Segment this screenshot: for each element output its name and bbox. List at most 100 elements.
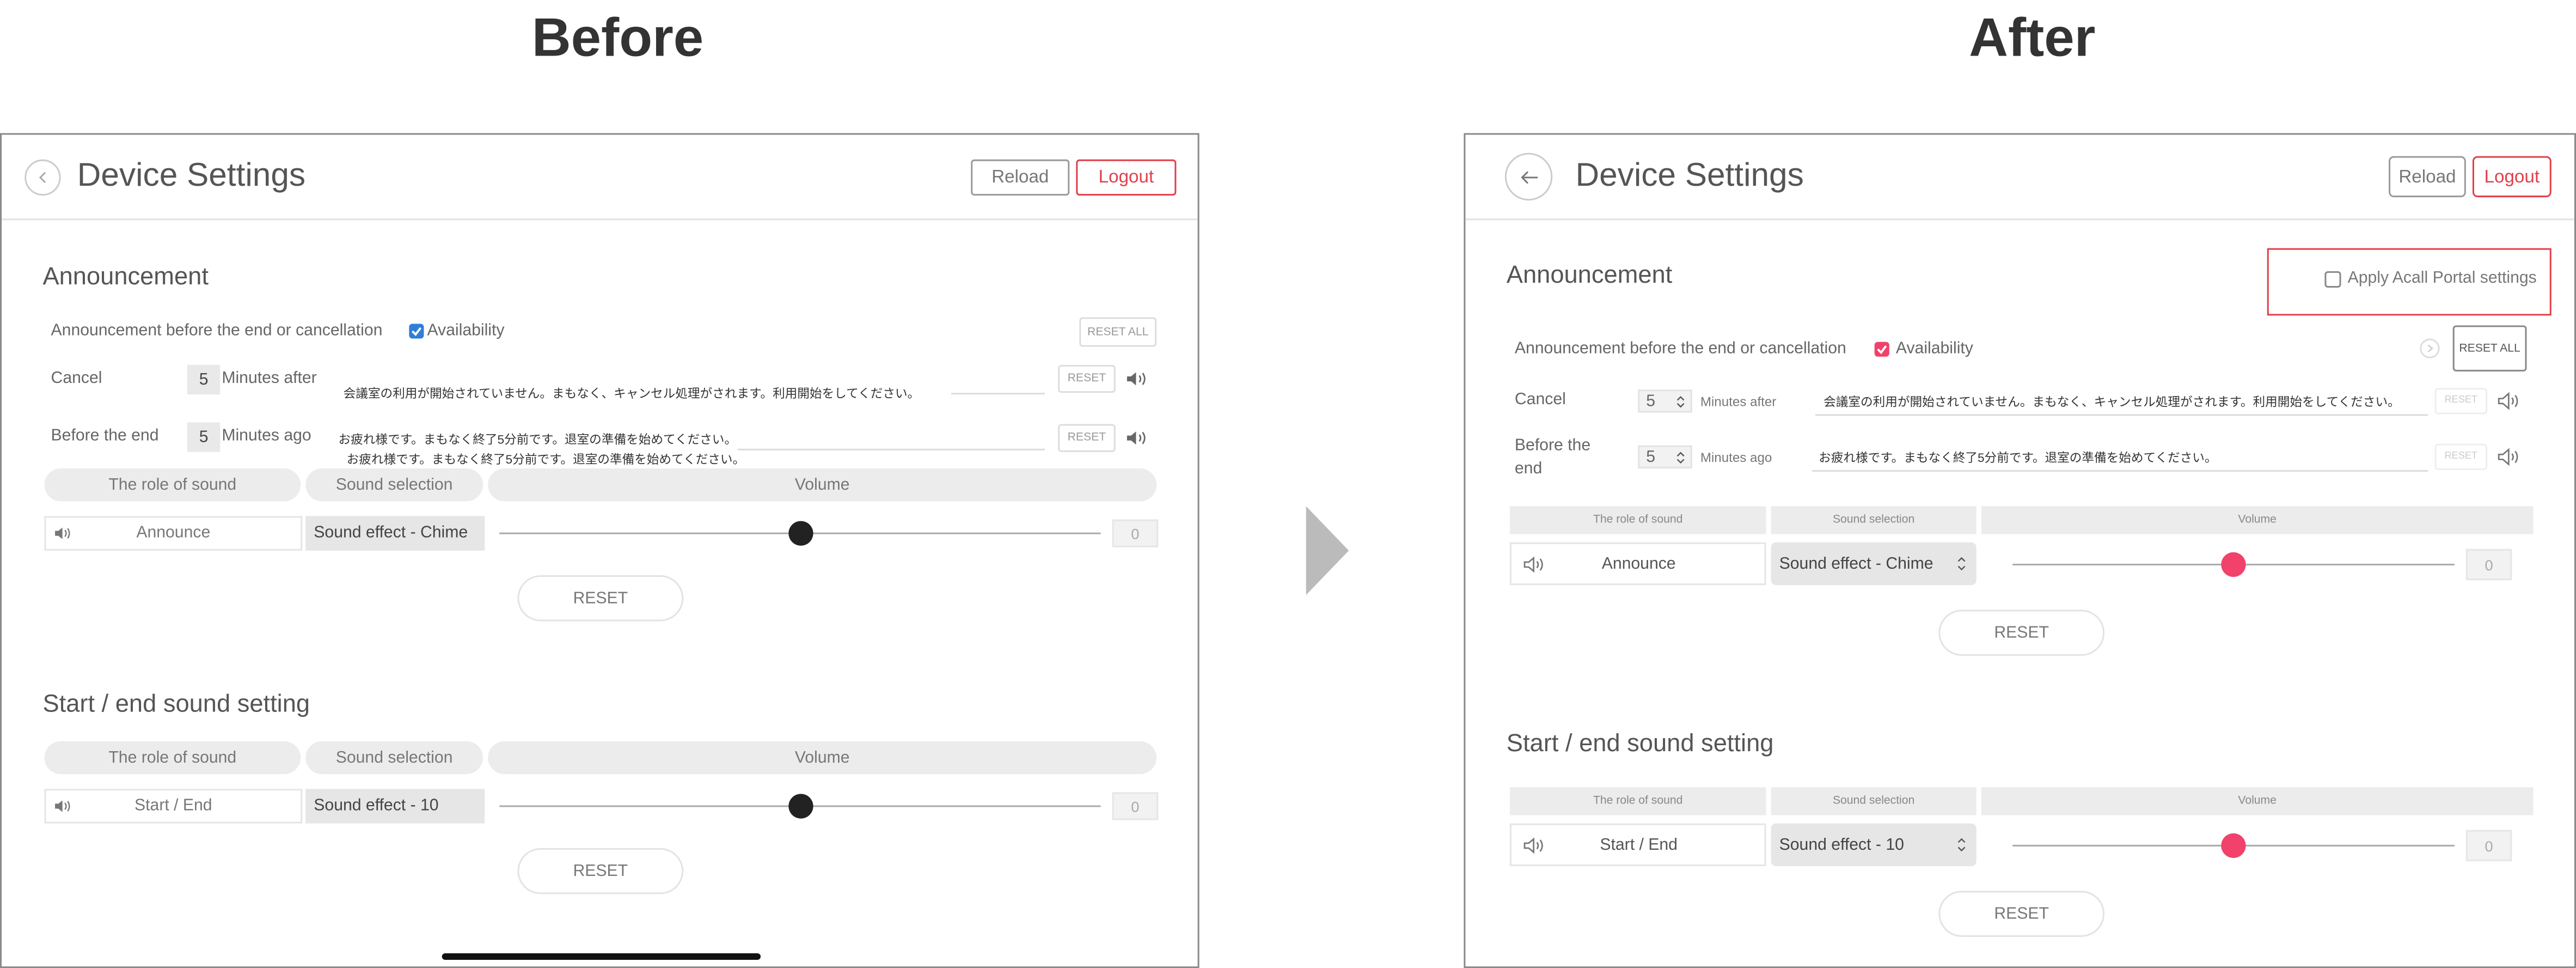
speaker-icon[interactable] [2497, 391, 2522, 411]
back-button[interactable] [1504, 153, 1553, 201]
availability-label: Availability [427, 322, 505, 340]
cancel-reset-button[interactable]: RESET [1058, 364, 1116, 393]
info-icon[interactable] [2420, 338, 2440, 358]
col-volume-header: Volume [488, 468, 1157, 502]
col-selection-header: Sound selection [1771, 787, 1977, 815]
before-end-minutes-stepper[interactable]: 5 [1638, 445, 1692, 468]
cancel-minutes-stepper[interactable]: 5 [1638, 389, 1692, 413]
select-arrows-icon [1957, 557, 1966, 571]
before-end-minutes-value: 5 [1646, 448, 1656, 466]
header-divider [1465, 218, 2574, 221]
sound-select-value: Sound effect - 10 [1779, 836, 1904, 854]
sound-select[interactable]: Sound effect - Chime [305, 516, 485, 551]
comparison-canvas: Before After Device Settings Reload Logo… [0, 0, 2576, 968]
reset-all-button[interactable]: RESET ALL [1079, 317, 1157, 347]
volume-value: 0 [1112, 519, 1159, 547]
before-end-message[interactable]: お疲れ様です。まもなく終了5分前です。退室の準備を始めてください。 [1819, 449, 2217, 467]
start-end-reset-button[interactable]: RESET [517, 848, 684, 894]
volume-value: 0 [2465, 830, 2512, 862]
role-name: Start / End [1600, 836, 1678, 854]
cancel-unit: Minutes after [222, 369, 317, 388]
before-end-unit: Minutes ago [222, 427, 311, 446]
check-icon [1877, 345, 1887, 355]
cancel-message-underline [951, 393, 1045, 395]
cancel-minutes-value: 5 [1646, 392, 1656, 410]
role-name: Announce [1601, 555, 1676, 573]
before-end-unit: Minutes ago [1700, 450, 1772, 465]
cancel-message[interactable]: 会議室の利用が開始されていません。まもなく、キャンセル処理がされます。利用開始を… [1824, 393, 2400, 411]
page-title: Device Settings [77, 157, 306, 194]
before-end-message-overflow: お疲れ様です。まもなく終了5分前です。退室の準備を始めてください。 [346, 452, 745, 467]
sound-select[interactable]: Sound effect - 10 [305, 789, 485, 824]
chevron-right-icon [2427, 344, 2433, 352]
speaker-icon [1523, 555, 1543, 572]
before-end-message-underline [737, 448, 1045, 450]
speaker-icon[interactable] [1125, 370, 1148, 388]
col-role-header: The role of sound [1509, 787, 1766, 815]
sound-select[interactable]: Sound effect - Chime [1771, 542, 1977, 586]
after-screen: Device Settings Reload Logout Announceme… [1464, 133, 2576, 968]
cancel-label: Cancel [51, 369, 102, 388]
volume-slider-thumb[interactable] [2221, 552, 2246, 577]
before-end-reset-button[interactable]: RESET [2434, 443, 2488, 470]
header-divider [2, 218, 1198, 221]
availability-checkbox[interactable] [1874, 342, 1889, 357]
sound-select-value: Sound effect - Chime [1779, 555, 1933, 573]
check-icon [411, 327, 421, 336]
home-indicator [442, 953, 761, 960]
announcement-reset-button[interactable]: RESET [517, 575, 684, 622]
before-screen: Device Settings Reload Logout Announceme… [0, 133, 1200, 968]
before-end-message[interactable]: お疲れ様です。まもなく終了5分前です。退室の準備を始めてください。 [339, 431, 737, 449]
speaker-icon [55, 527, 70, 539]
volume-slider-thumb[interactable] [787, 521, 813, 546]
volume-slider-thumb[interactable] [2221, 833, 2246, 858]
speaker-icon[interactable] [2497, 447, 2522, 467]
before-heading: Before [531, 7, 704, 68]
announcement-title: Announcement [1506, 261, 1673, 290]
role-name: Announce [136, 524, 211, 543]
before-end-minutes-input[interactable]: 5 [187, 422, 221, 452]
col-volume-header: Volume [1981, 787, 2534, 815]
col-volume-header: Volume [1981, 506, 2534, 534]
announcement-reset-button[interactable]: RESET [1938, 610, 2105, 656]
logout-button[interactable]: Logout [2472, 156, 2551, 198]
reset-all-button[interactable]: RESET ALL [2452, 325, 2527, 372]
cancel-label: Cancel [1514, 391, 1566, 410]
after-heading: After [1969, 7, 2096, 68]
before-end-message-underline [1812, 470, 2428, 472]
col-role-header: The role of sound [44, 468, 301, 502]
page-title: Device Settings [1575, 157, 1804, 194]
availability-checkbox[interactable] [409, 324, 424, 339]
logout-button[interactable]: Logout [1076, 159, 1177, 196]
start-end-reset-button[interactable]: RESET [1938, 891, 2105, 937]
role-cell: Start / End [44, 789, 303, 824]
before-end-reset-button[interactable]: RESET [1058, 424, 1116, 452]
cancel-message[interactable]: 会議室の利用が開始されていません。まもなく、キャンセル処理がされます。利用開始を… [344, 385, 920, 403]
reload-button[interactable]: Reload [971, 159, 1070, 196]
col-role-header: The role of sound [44, 741, 301, 775]
sound-select[interactable]: Sound effect - 10 [1771, 823, 1977, 867]
speaker-icon[interactable] [1125, 429, 1148, 447]
back-button[interactable] [25, 159, 61, 196]
availability-label: Availability [1895, 340, 1973, 358]
chevron-left-icon [39, 172, 46, 183]
speaker-icon [55, 800, 70, 812]
speaker-icon [1523, 836, 1543, 853]
start-end-title: Start / end sound setting [42, 690, 310, 719]
cancel-minutes-input[interactable]: 5 [187, 364, 221, 395]
start-end-title: Start / end sound setting [1506, 729, 1774, 758]
apply-portal-checkbox[interactable] [2324, 271, 2341, 288]
arrow-right-icon [1306, 506, 1349, 595]
cancel-reset-button[interactable]: RESET [2434, 388, 2488, 415]
volume-value: 0 [1112, 792, 1159, 820]
col-selection-header: Sound selection [305, 741, 484, 775]
col-selection-header: Sound selection [1771, 506, 1977, 534]
volume-slider-thumb[interactable] [787, 794, 813, 819]
volume-value: 0 [2465, 549, 2512, 581]
cancel-message-underline [1815, 414, 2428, 416]
role-cell: Start / End [1509, 823, 1766, 867]
stepper-arrows-icon [1676, 452, 1685, 464]
before-end-label: Before the end [1514, 437, 1591, 479]
col-selection-header: Sound selection [305, 468, 484, 502]
reload-button[interactable]: Reload [2389, 156, 2466, 198]
